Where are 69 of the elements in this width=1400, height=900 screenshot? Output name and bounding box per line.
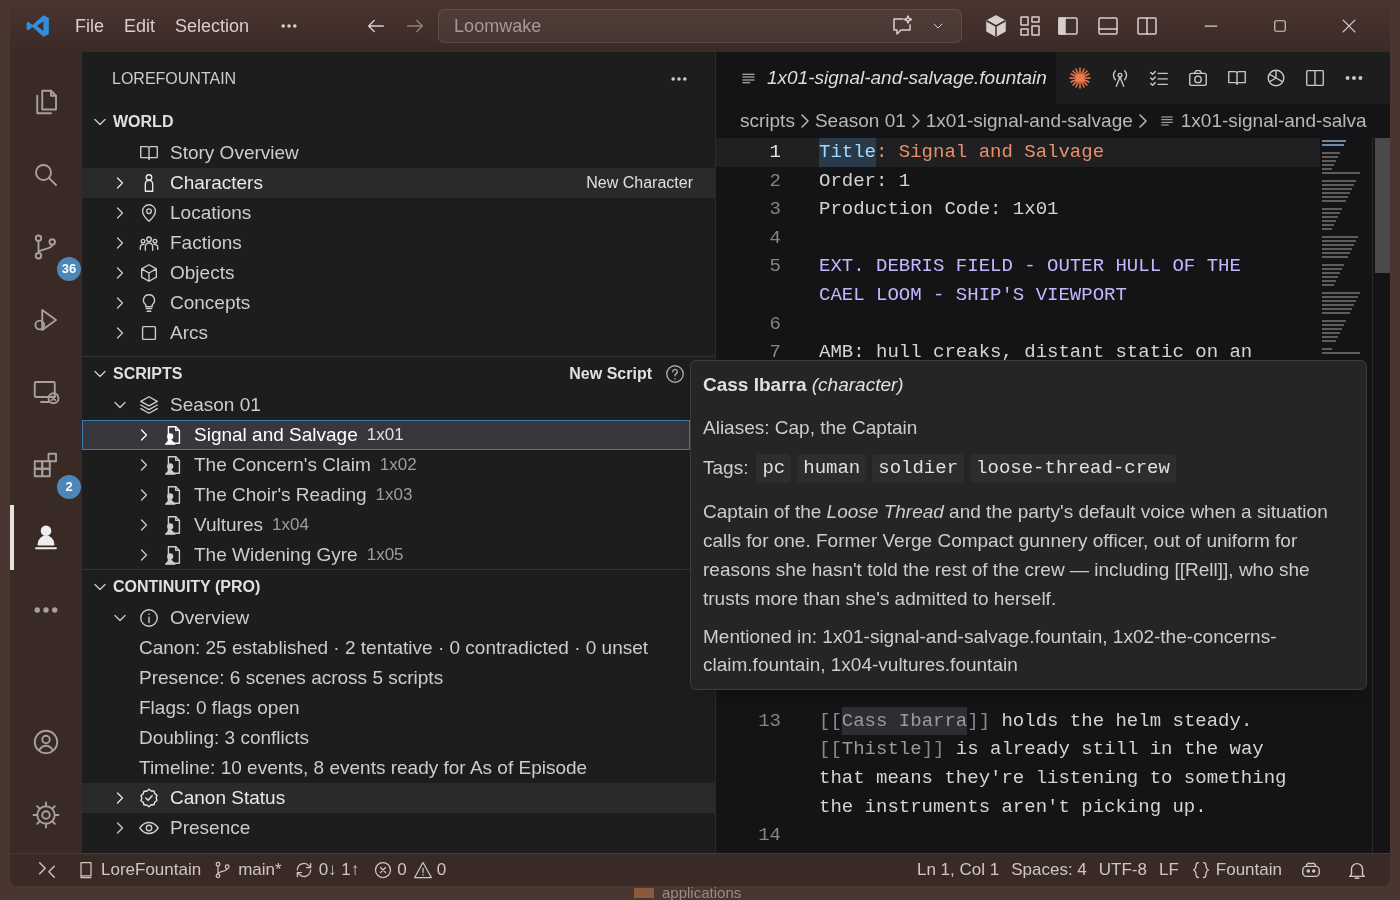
count-badge: 2 xyxy=(57,474,81,499)
tree-label: Concepts xyxy=(170,290,251,315)
code-token: that means they're listening to something xyxy=(819,766,1287,791)
tree-label: The Choir's Reading xyxy=(194,482,367,507)
tree-label: Characters xyxy=(170,170,263,195)
tree-label: Signal and Salvage xyxy=(194,422,358,447)
code-token: Thistle xyxy=(841,737,922,763)
code-token: Order: 1 xyxy=(819,168,911,194)
line-number: 7 xyxy=(768,340,781,366)
line-number: 5 xyxy=(768,254,781,280)
code-token: AMB: hull creaks, distant static on an xyxy=(819,340,1253,366)
description-text: Captain of the Loose Thread and the party's default voice when a situation calls for one. Former Verge Compact gunnery officer, out of uniform for reasons she hasn't told the rest of the crew — including [[Rell]], who she trusts more than she's admitted to herself. xyxy=(703,499,1329,611)
episode-code: 1x05 xyxy=(366,544,404,567)
code-token: : Signal and Salvage xyxy=(876,140,1105,166)
tag-chip: loose-thread-crew xyxy=(970,454,1176,483)
sidebar-title: LOREFOUNTAIN xyxy=(112,68,238,89)
aliases-text: Aliases: Cap, the Captain xyxy=(703,415,919,440)
section-title: SCRIPTS xyxy=(113,363,184,384)
tree-label: The Widening Gyre xyxy=(194,542,358,567)
line-number: 6 xyxy=(768,311,781,337)
code-token: CAEL LOOM - SHIP'S VIEWPORT xyxy=(819,283,1127,308)
section-title: CONTINUITY (PRO) xyxy=(113,576,262,597)
tree-label: Arcs xyxy=(170,320,208,345)
episode-code: 1x04 xyxy=(272,514,309,537)
line-number: 4 xyxy=(768,225,781,251)
error-count: 0 xyxy=(397,859,407,882)
tree-label: Factions xyxy=(170,230,242,255)
episode-code: 1x03 xyxy=(375,484,413,507)
tree-label: Season 01 xyxy=(170,392,261,417)
code-token: holds the helm steady. xyxy=(1000,708,1253,734)
code-token: [[ xyxy=(819,737,842,763)
code-token: ]] xyxy=(967,708,991,734)
tooltip-title: Cass Ibarra (character) xyxy=(703,373,905,397)
line-number: 3 xyxy=(768,197,781,223)
section-title: WORLD xyxy=(113,111,175,132)
stat-line: Doubling: 3 conflicts xyxy=(138,725,311,750)
tree-label: Objects xyxy=(170,260,235,285)
episode-code: 1x02 xyxy=(379,454,417,477)
tree-label: Locations xyxy=(170,200,252,225)
code-token: the instruments aren't picking up. xyxy=(819,794,1207,820)
code-token: EXT. DEBRIS FIELD - OUTER HULL OF THE xyxy=(819,254,1241,280)
tree-label: Vultures xyxy=(194,512,263,537)
code-token: [[ xyxy=(819,708,842,734)
tree-label: Story Overview xyxy=(170,140,299,165)
line-number: 2 xyxy=(768,168,781,194)
mentions-text: Mentioned in: 1x01-signal-and-salvage.fountain, 1x02-the-concerns-claim.fountain, 1x04-vultures.fountain xyxy=(703,624,1278,677)
code-token: Title xyxy=(819,138,876,167)
code-token: Cass Ibarra xyxy=(841,706,968,736)
tag-chip: pc xyxy=(756,454,792,483)
line-number: 13 xyxy=(757,708,781,734)
tab-label: 1x01-signal-and-salvage.fountain xyxy=(767,65,1047,90)
stat-line: Timeline: 10 events, 8 events ready for As of Episode xyxy=(138,755,589,780)
code-token: is already still in the way xyxy=(954,737,1264,763)
warning-count: 0 xyxy=(436,859,447,882)
code-token: Production Code: 1x01 xyxy=(819,197,1059,223)
tree-label: Presence xyxy=(170,815,251,840)
episode-code: 1x01 xyxy=(366,424,404,447)
tree-label: The Concern's Claim xyxy=(194,452,371,477)
tree-label: Overview xyxy=(170,605,250,630)
tag-chip: human xyxy=(797,454,867,483)
tag-chip: soldier xyxy=(872,454,965,483)
search-text: Loomwake xyxy=(454,14,543,38)
count-badge: 36 xyxy=(57,257,81,281)
stat-line: Flags: 0 flags open xyxy=(138,695,301,720)
tags-label: Tags: xyxy=(703,456,749,480)
line-number: 14 xyxy=(757,823,781,849)
tree-label: Canon Status xyxy=(170,785,286,810)
line-number: 1 xyxy=(768,140,781,166)
code-token: ]] xyxy=(921,737,945,763)
